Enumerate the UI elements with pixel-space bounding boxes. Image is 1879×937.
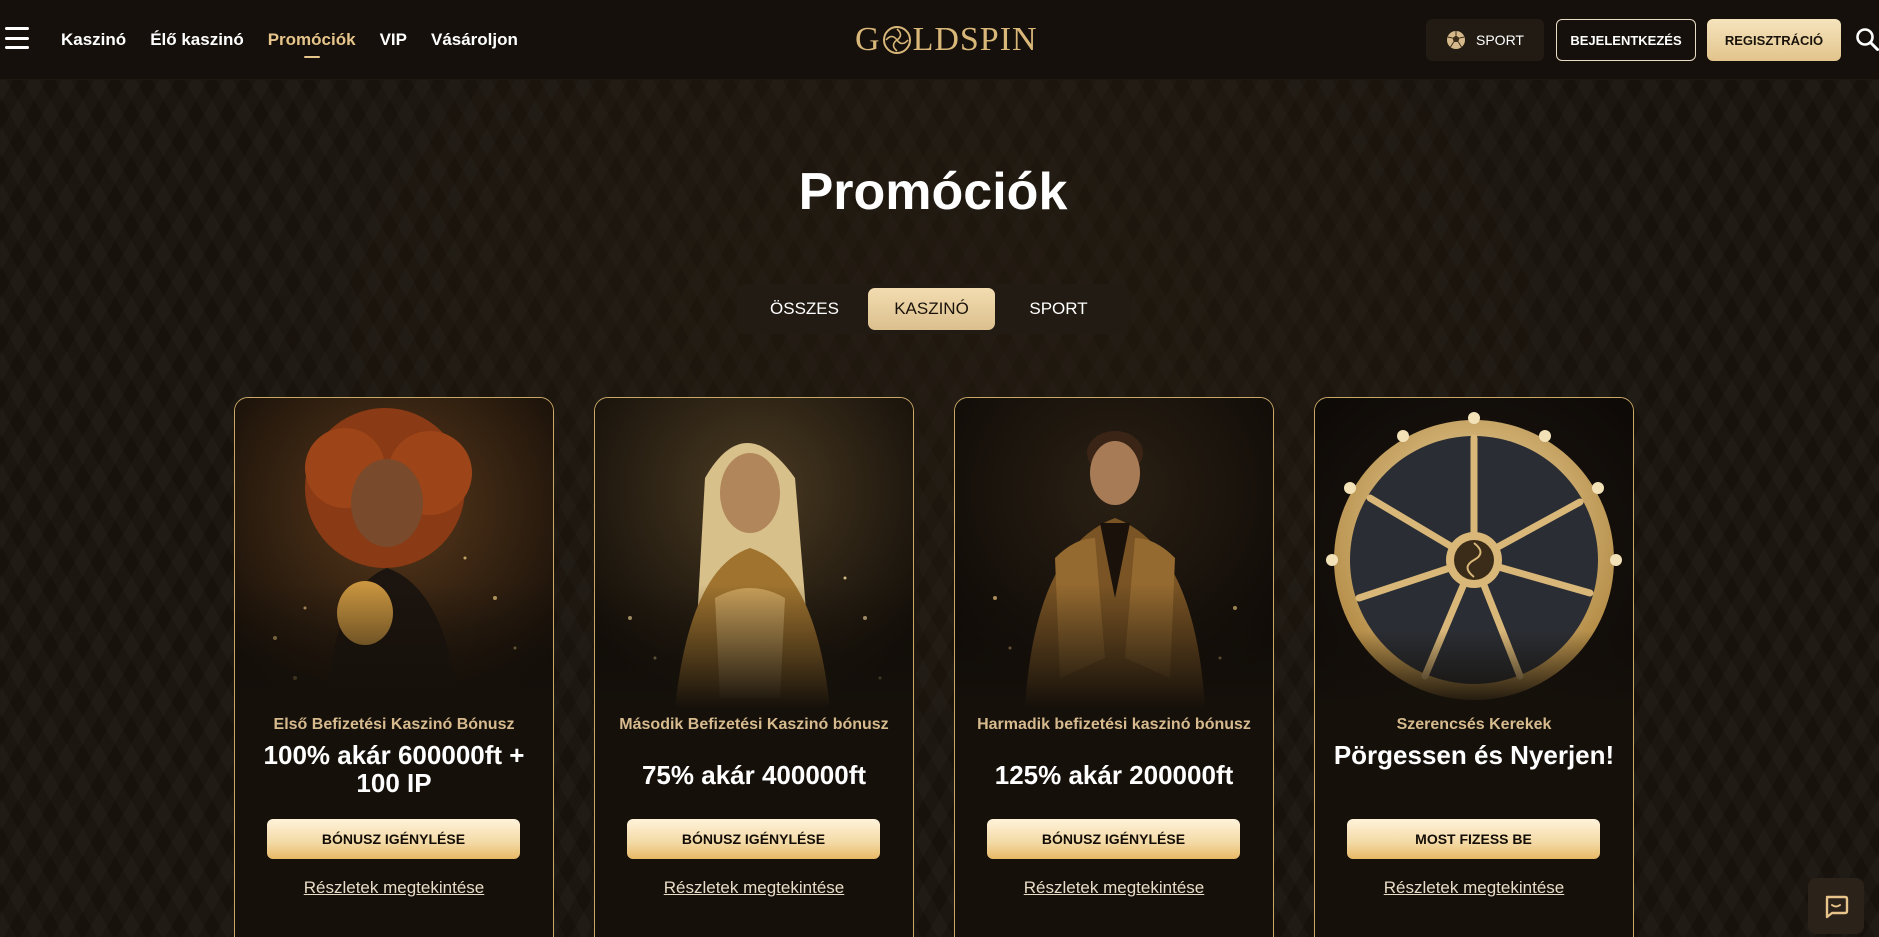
promo-headline: Pörgessen és Nyerjen! <box>1333 740 1615 770</box>
view-details-link[interactable]: Részletek megtekintése <box>235 878 553 898</box>
logo-spiral-icon <box>882 26 911 54</box>
promo-subtitle: Harmadik befizetési kaszinó bónusz <box>977 716 1251 733</box>
register-button[interactable]: REGISZTRÁCIÓ <box>1707 19 1841 61</box>
promo-subtitle: Első Befizetési Kaszinó Bónusz <box>273 716 515 733</box>
site-header: Kaszinó Élő kaszinó Promóciók VIP Vásáro… <box>0 0 1879 80</box>
promo-image-woman-blonde <box>595 398 913 708</box>
nav-item-kaszino[interactable]: Kaszinó <box>61 30 126 50</box>
main-nav: Kaszinó Élő kaszinó Promóciók VIP Vásáro… <box>61 0 542 80</box>
view-details-link[interactable]: Részletek megtekintése <box>1315 878 1633 898</box>
view-details-link[interactable]: Részletek megtekintése <box>955 878 1273 898</box>
view-details-link[interactable]: Részletek megtekintése <box>595 878 913 898</box>
login-button[interactable]: BEJELENTKEZÉS <box>1556 19 1696 61</box>
promo-card-second-deposit: Második Befizetési Kaszinó bónusz 75% ak… <box>594 397 914 937</box>
search-icon[interactable] <box>1855 27 1879 51</box>
promo-subtitle: Szerencsés Kerekek <box>1396 716 1552 733</box>
nav-item-elo-kaszino[interactable]: Élő kaszinó <box>150 30 244 50</box>
menu-icon[interactable] <box>5 27 29 49</box>
nav-item-promociok[interactable]: Promóciók <box>268 30 356 50</box>
logo-text-spin: SPIN <box>959 21 1038 58</box>
promo-image-woman-red-hair <box>235 398 553 708</box>
page-title: Promóciók <box>798 163 1068 221</box>
sport-button[interactable]: SPORT <box>1426 19 1544 61</box>
promo-card-third-deposit: Harmadik befizetési kaszinó bónusz 125% … <box>954 397 1274 937</box>
promo-headline: 75% akár 400000ft <box>641 760 867 790</box>
logo-text-gold: G <box>855 21 881 58</box>
claim-bonus-button[interactable]: BÓNUSZ IGÉNYLÉSE <box>627 819 880 859</box>
sport-button-label: SPORT <box>1476 32 1524 48</box>
claim-bonus-button[interactable]: BÓNUSZ IGÉNYLÉSE <box>987 819 1240 859</box>
tab-sport[interactable]: SPORT <box>995 288 1122 330</box>
tab-osszes[interactable]: ÖSSZES <box>741 288 868 330</box>
nav-item-vasaroljon[interactable]: Vásároljon <box>431 30 518 50</box>
deposit-now-button[interactable]: MOST FIZESS BE <box>1347 819 1600 859</box>
nav-item-vip[interactable]: VIP <box>380 30 407 50</box>
promo-card-first-deposit: Első Befizetési Kaszinó Bónusz 100% akár… <box>234 397 554 937</box>
chat-icon <box>1825 895 1849 919</box>
soccer-ball-icon <box>1447 31 1465 49</box>
promo-image-man-gold-suit <box>955 398 1273 708</box>
promo-subtitle: Második Befizetési Kaszinó bónusz <box>619 716 889 733</box>
promo-headline: 125% akár 200000ft <box>994 760 1234 790</box>
promo-headline: 100% akár 600000ft + 100 IP <box>263 740 525 798</box>
promo-image-golden-wheel <box>1315 398 1633 708</box>
live-chat-button[interactable] <box>1808 878 1864 934</box>
logo-text-ld: LD <box>912 21 960 58</box>
promo-filter-tabs: ÖSSZES KASZINÓ SPORT <box>737 284 1129 334</box>
promo-card-lucky-wheels: Szerencsés Kerekek Pörgessen és Nyerjen!… <box>1314 397 1634 937</box>
tab-kaszino[interactable]: KASZINÓ <box>868 288 995 330</box>
goldspin-logo[interactable]: G LD SPIN <box>855 20 1038 60</box>
claim-bonus-button[interactable]: BÓNUSZ IGÉNYLÉSE <box>267 819 520 859</box>
